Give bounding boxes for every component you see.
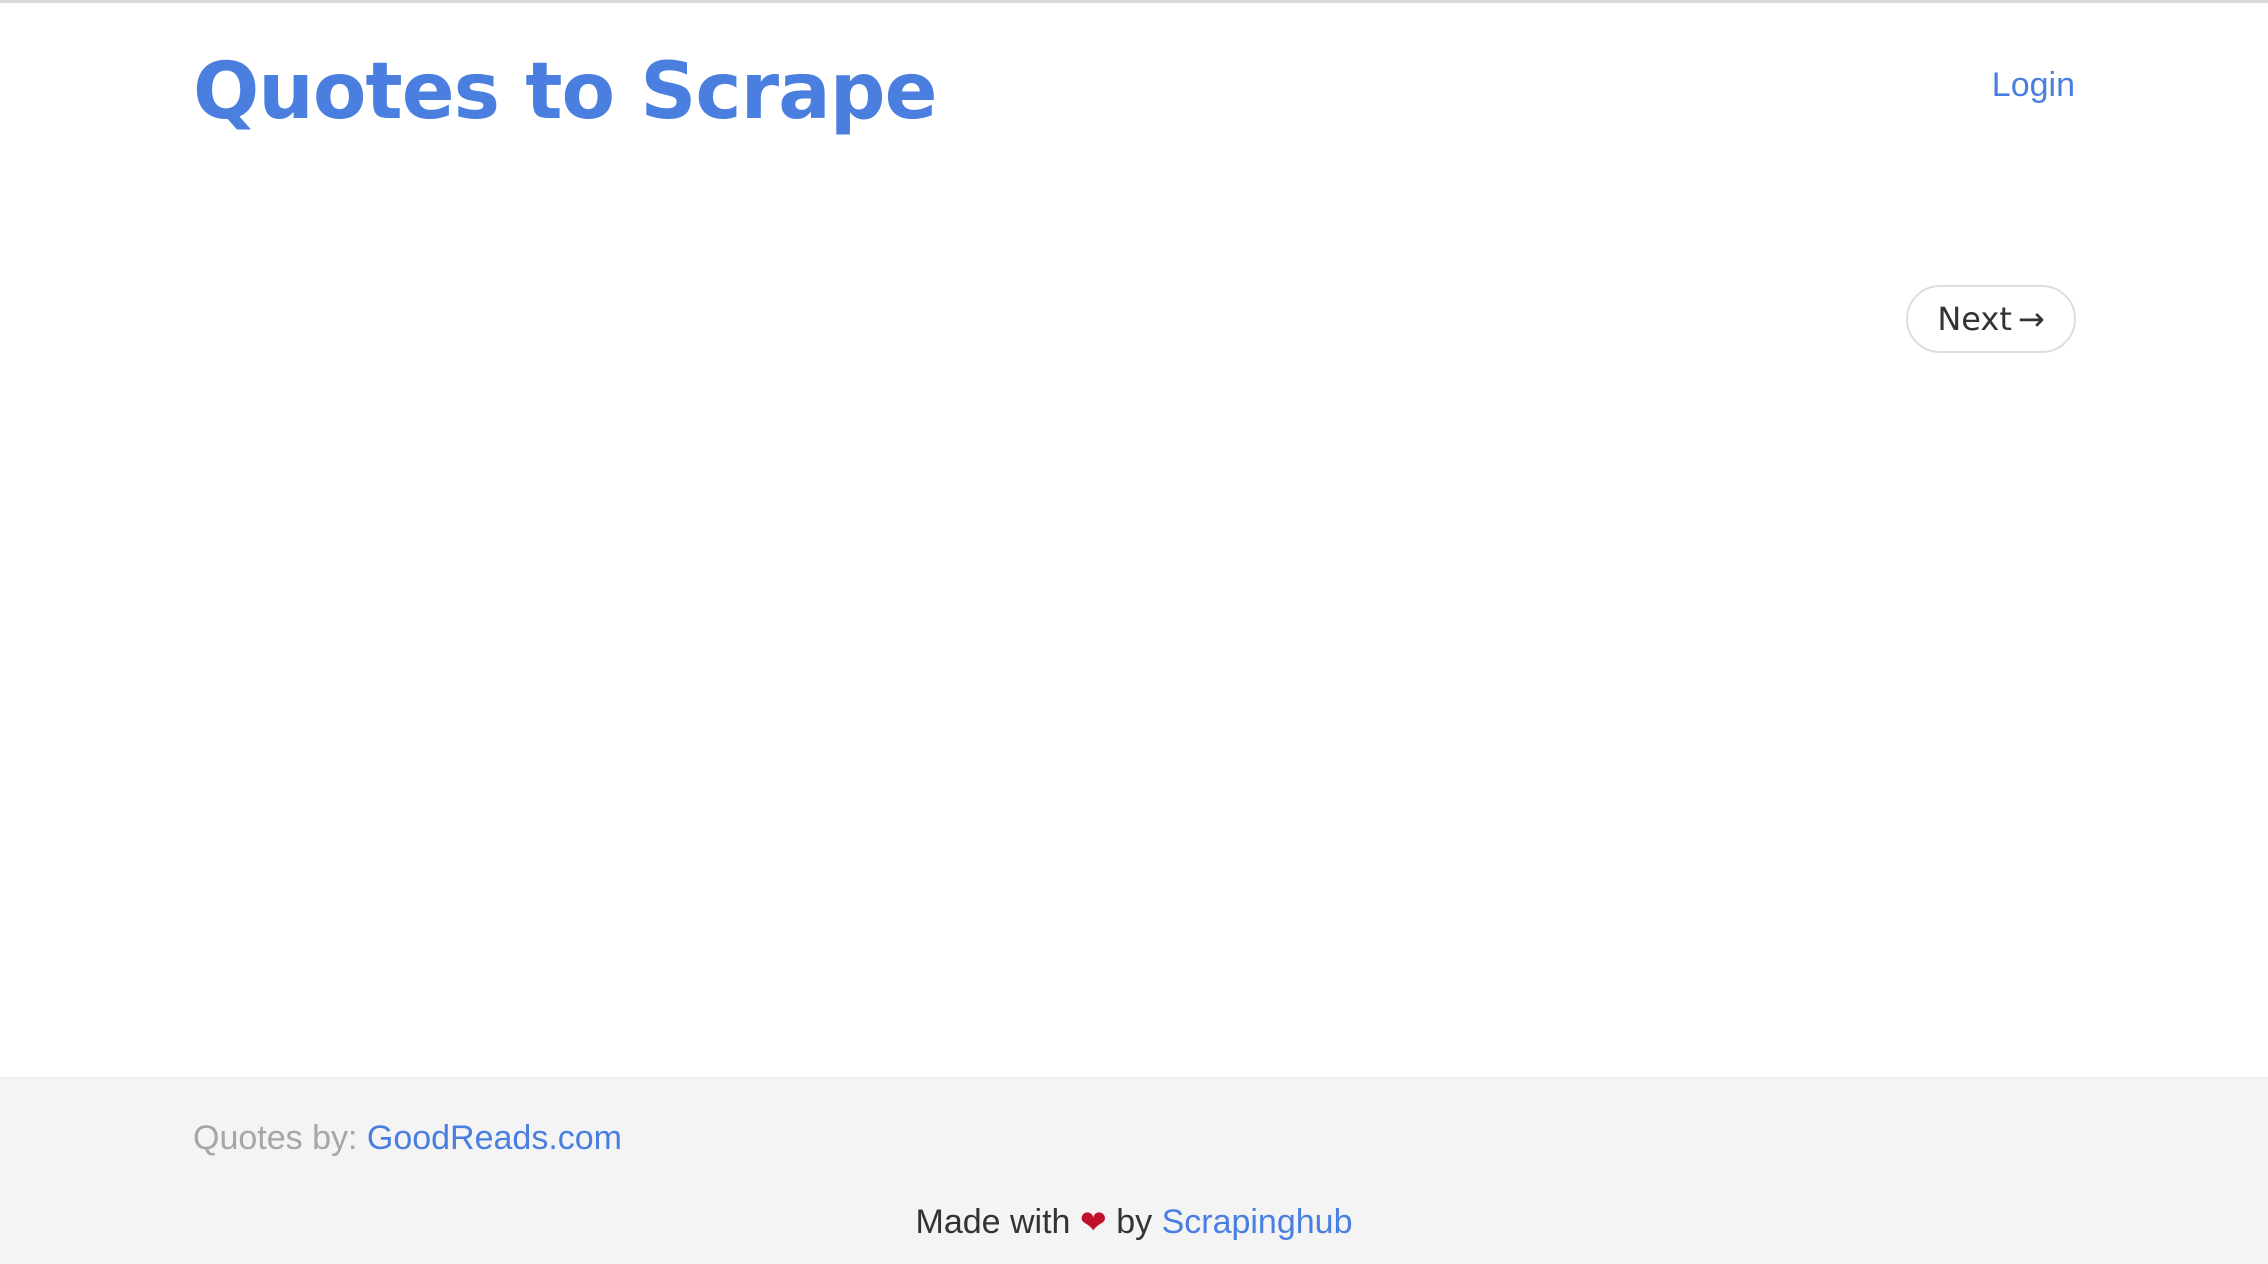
by-text: by (1116, 1203, 1153, 1241)
arrow-right-icon: → (2017, 300, 2045, 338)
next-label: Next (1937, 300, 2012, 338)
footer: Quotes by: GoodReads.com Made with ❤ by … (0, 1077, 2268, 1264)
site-title-link[interactable]: Quotes to Scrape (193, 41, 937, 143)
goodreads-link[interactable]: GoodReads.com (367, 1119, 622, 1157)
footer-credit: Made with ❤ by Scrapinghub (0, 1202, 2268, 1242)
page: Quotes to Scrape Login Next → Quotes by: … (0, 0, 2268, 1264)
footer-source-label: Quotes by: (193, 1119, 367, 1157)
heart-icon: ❤ (1079, 1204, 1107, 1240)
footer-source: Quotes by: GoodReads.com (193, 1118, 622, 1158)
next-page-button[interactable]: Next → (1906, 285, 2076, 353)
made-with-text: Made with (915, 1203, 1071, 1241)
scrapinghub-link[interactable]: Scrapinghub (1162, 1203, 1353, 1241)
login-link[interactable]: Login (1992, 65, 2075, 105)
